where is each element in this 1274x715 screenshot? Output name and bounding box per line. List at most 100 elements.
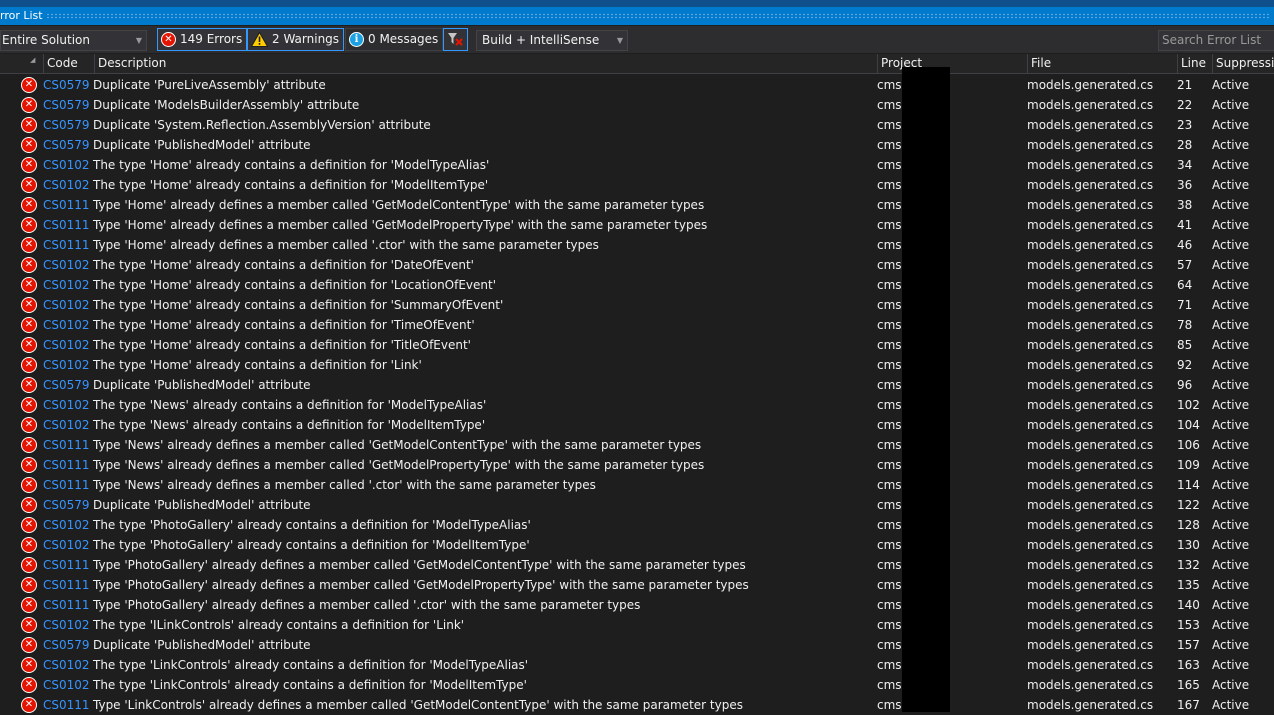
error-code-link[interactable]: CS0579 bbox=[43, 135, 90, 155]
error-code-link[interactable]: CS0111 bbox=[43, 595, 90, 615]
error-code-link[interactable]: CS0102 bbox=[43, 335, 90, 355]
table-row[interactable]: ✕ CS0579 Duplicate 'PublishedModel' attrib… bbox=[0, 135, 1274, 155]
column-header-project[interactable]: Project bbox=[877, 54, 1027, 73]
table-row[interactable]: ✕ CS0102 The type 'Home' already contains … bbox=[0, 255, 1274, 275]
errors-filter-button[interactable]: ✕ 149 Errors bbox=[157, 28, 248, 51]
table-row[interactable]: ✕ CS0111 Type 'Home' already defines a mem… bbox=[0, 235, 1274, 255]
table-row[interactable]: ✕ CS0102 The type 'News' already contains … bbox=[0, 415, 1274, 435]
table-row[interactable]: ✕ CS0111 Type 'News' already defines a mem… bbox=[0, 455, 1274, 475]
messages-filter-button[interactable]: i 0 Messages bbox=[345, 28, 444, 51]
error-suppression-state: Active bbox=[1212, 558, 1250, 572]
table-row[interactable]: ✕ CS0111 Type 'News' already defines a mem… bbox=[0, 475, 1274, 495]
table-row[interactable]: ✕ CS0111 Type 'PhotoGallery' already defin… bbox=[0, 595, 1274, 615]
error-file: models.generated.cs bbox=[1027, 138, 1154, 152]
error-code-link[interactable]: CS0111 bbox=[43, 555, 90, 575]
error-code-link[interactable]: CS0102 bbox=[43, 535, 90, 555]
column-header-line[interactable]: Line bbox=[1177, 54, 1212, 73]
warnings-filter-button[interactable]: 2 Warnings bbox=[247, 28, 345, 51]
table-row[interactable]: ✕ CS0102 The type 'LinkControls' already c… bbox=[0, 675, 1274, 695]
column-header-description[interactable]: Description bbox=[94, 54, 877, 73]
error-code-link[interactable]: CS0111 bbox=[43, 195, 90, 215]
error-icon: ✕ bbox=[21, 517, 37, 533]
errors-filter-label: 149 Errors bbox=[180, 32, 243, 46]
table-row[interactable]: ✕ CS0579 Duplicate 'PureLiveAssembly' attr… bbox=[0, 75, 1274, 95]
error-icon: ✕ bbox=[21, 397, 37, 413]
error-icon: ✕ bbox=[21, 477, 37, 493]
error-suppression-state: Active bbox=[1212, 638, 1250, 652]
scope-dropdown[interactable]: Entire Solution ▼ bbox=[0, 30, 147, 51]
tool-window-title-bar[interactable]: rror List bbox=[0, 7, 1274, 25]
error-description: The type 'News' already contains a defin… bbox=[93, 418, 486, 432]
error-code-link[interactable]: CS0579 bbox=[43, 75, 90, 95]
table-row[interactable]: ✕ CS0111 Type 'PhotoGallery' already defin… bbox=[0, 575, 1274, 595]
column-header-code[interactable]: Code bbox=[43, 54, 94, 73]
error-code-link[interactable]: CS0102 bbox=[43, 155, 90, 175]
error-code-link[interactable]: CS0102 bbox=[43, 655, 90, 675]
error-code-link[interactable]: CS0102 bbox=[43, 355, 90, 375]
table-row[interactable]: ✕ CS0102 The type 'ILinkControls' already … bbox=[0, 615, 1274, 635]
table-row[interactable]: ✕ CS0102 The type 'Home' already contains … bbox=[0, 155, 1274, 175]
column-header-suppression-label: Suppressio bbox=[1216, 56, 1274, 70]
error-code-link[interactable]: CS0111 bbox=[43, 575, 90, 595]
table-row[interactable]: ✕ CS0111 Type 'Home' already defines a mem… bbox=[0, 215, 1274, 235]
error-code-link[interactable]: CS0111 bbox=[43, 695, 90, 715]
table-row[interactable]: ✕ CS0102 The type 'PhotoGallery' already c… bbox=[0, 515, 1274, 535]
error-code-link[interactable]: CS0111 bbox=[43, 455, 90, 475]
error-code-link[interactable]: CS0102 bbox=[43, 395, 90, 415]
error-code-link[interactable]: CS0102 bbox=[43, 515, 90, 535]
error-code-link[interactable]: CS0102 bbox=[43, 675, 90, 695]
column-header-icon[interactable]: ◢ bbox=[0, 54, 43, 73]
error-suppression-state: Active bbox=[1212, 138, 1250, 152]
table-row[interactable]: ✕ CS0102 The type 'Home' already contains … bbox=[0, 275, 1274, 295]
table-row[interactable]: ✕ CS0579 Duplicate 'System.Reflection.Asse… bbox=[0, 115, 1274, 135]
column-header-file[interactable]: File bbox=[1027, 54, 1177, 73]
error-suppression-state: Active bbox=[1212, 678, 1250, 692]
error-code-link[interactable]: CS0102 bbox=[43, 295, 90, 315]
table-row[interactable]: ✕ CS0111 Type 'Home' already defines a mem… bbox=[0, 195, 1274, 215]
error-code-link[interactable]: CS0579 bbox=[43, 115, 90, 135]
table-row[interactable]: ✕ CS0111 Type 'LinkControls' already defin… bbox=[0, 695, 1274, 715]
table-row[interactable]: ✕ CS0102 The type 'Home' already contains … bbox=[0, 335, 1274, 355]
table-row[interactable]: ✕ CS0102 The type 'Home' already contains … bbox=[0, 295, 1274, 315]
error-code-link[interactable]: CS0102 bbox=[43, 255, 90, 275]
error-code-link[interactable]: CS0102 bbox=[43, 175, 90, 195]
search-error-list-input[interactable]: Search Error List bbox=[1158, 30, 1274, 51]
table-row[interactable]: ✕ CS0579 Duplicate 'ModelsBuilderAssembly'… bbox=[0, 95, 1274, 115]
table-row[interactable]: ✕ CS0102 The type 'Home' already contains … bbox=[0, 315, 1274, 335]
error-code-link[interactable]: CS0579 bbox=[43, 635, 90, 655]
error-code-link[interactable]: CS0102 bbox=[43, 615, 90, 635]
error-code-link[interactable]: CS0579 bbox=[43, 95, 90, 115]
clear-filter-button[interactable] bbox=[443, 28, 468, 51]
error-description: Type 'LinkControls' already defines a me… bbox=[93, 698, 743, 712]
error-line: 104 bbox=[1177, 418, 1200, 432]
table-row[interactable]: ✕ CS0579 Duplicate 'PublishedModel' attrib… bbox=[0, 375, 1274, 395]
error-code-link[interactable]: CS0111 bbox=[43, 435, 90, 455]
build-filter-dropdown[interactable]: Build + IntelliSense ▼ bbox=[476, 30, 628, 51]
error-code-link[interactable]: CS0111 bbox=[43, 475, 90, 495]
build-filter-value: Build + IntelliSense bbox=[482, 33, 600, 47]
table-row[interactable]: ✕ CS0579 Duplicate 'PublishedModel' attrib… bbox=[0, 495, 1274, 515]
error-icon: ✕ bbox=[21, 97, 37, 113]
table-row[interactable]: ✕ CS0102 The type 'Home' already contains … bbox=[0, 355, 1274, 375]
error-code-link[interactable]: CS0102 bbox=[43, 275, 90, 295]
error-code-link[interactable]: CS0579 bbox=[43, 495, 90, 515]
error-code-link[interactable]: CS0102 bbox=[43, 415, 90, 435]
table-row[interactable]: ✕ CS0102 The type 'News' already contains … bbox=[0, 395, 1274, 415]
error-code-link[interactable]: CS0102 bbox=[43, 315, 90, 335]
table-row[interactable]: ✕ CS0102 The type 'Home' already contains … bbox=[0, 175, 1274, 195]
chevron-down-icon: ▼ bbox=[135, 36, 142, 45]
error-suppression-state: Active bbox=[1212, 258, 1250, 272]
table-row[interactable]: ✕ CS0111 Type 'PhotoGallery' already defin… bbox=[0, 555, 1274, 575]
error-file: models.generated.cs bbox=[1027, 458, 1154, 472]
error-suppression-state: Active bbox=[1212, 238, 1250, 252]
table-row[interactable]: ✕ CS0111 Type 'News' already defines a mem… bbox=[0, 435, 1274, 455]
error-code-link[interactable]: CS0579 bbox=[43, 375, 90, 395]
column-header-suppression[interactable]: Suppressio bbox=[1212, 54, 1274, 73]
error-code-link[interactable]: CS0111 bbox=[43, 215, 90, 235]
error-line: 167 bbox=[1177, 698, 1200, 712]
error-code-link[interactable]: CS0111 bbox=[43, 235, 90, 255]
table-row[interactable]: ✕ CS0579 Duplicate 'PublishedModel' attrib… bbox=[0, 635, 1274, 655]
table-row[interactable]: ✕ CS0102 The type 'PhotoGallery' already c… bbox=[0, 535, 1274, 555]
table-row[interactable]: ✕ CS0102 The type 'LinkControls' already c… bbox=[0, 655, 1274, 675]
error-list-toolbar: Entire Solution ▼ ✕ 149 Errors 2 Warning… bbox=[0, 26, 1274, 53]
